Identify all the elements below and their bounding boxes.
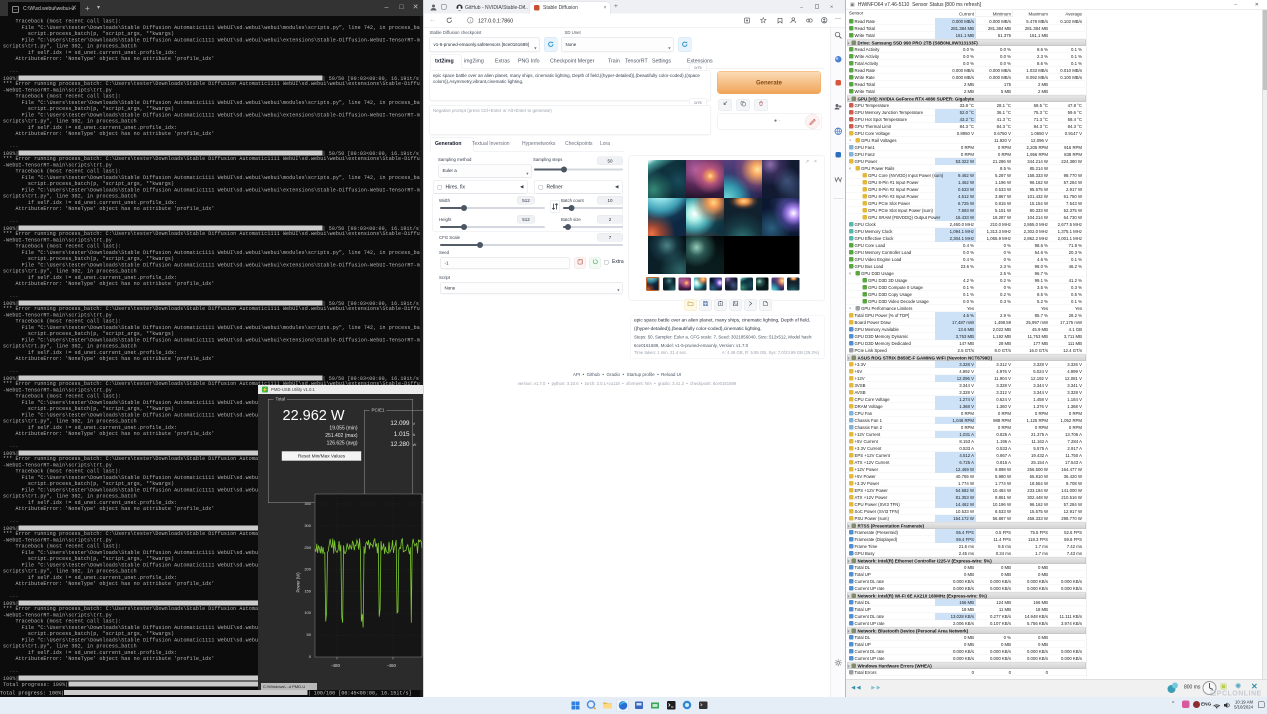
svg-text:i: i <box>470 18 471 23</box>
